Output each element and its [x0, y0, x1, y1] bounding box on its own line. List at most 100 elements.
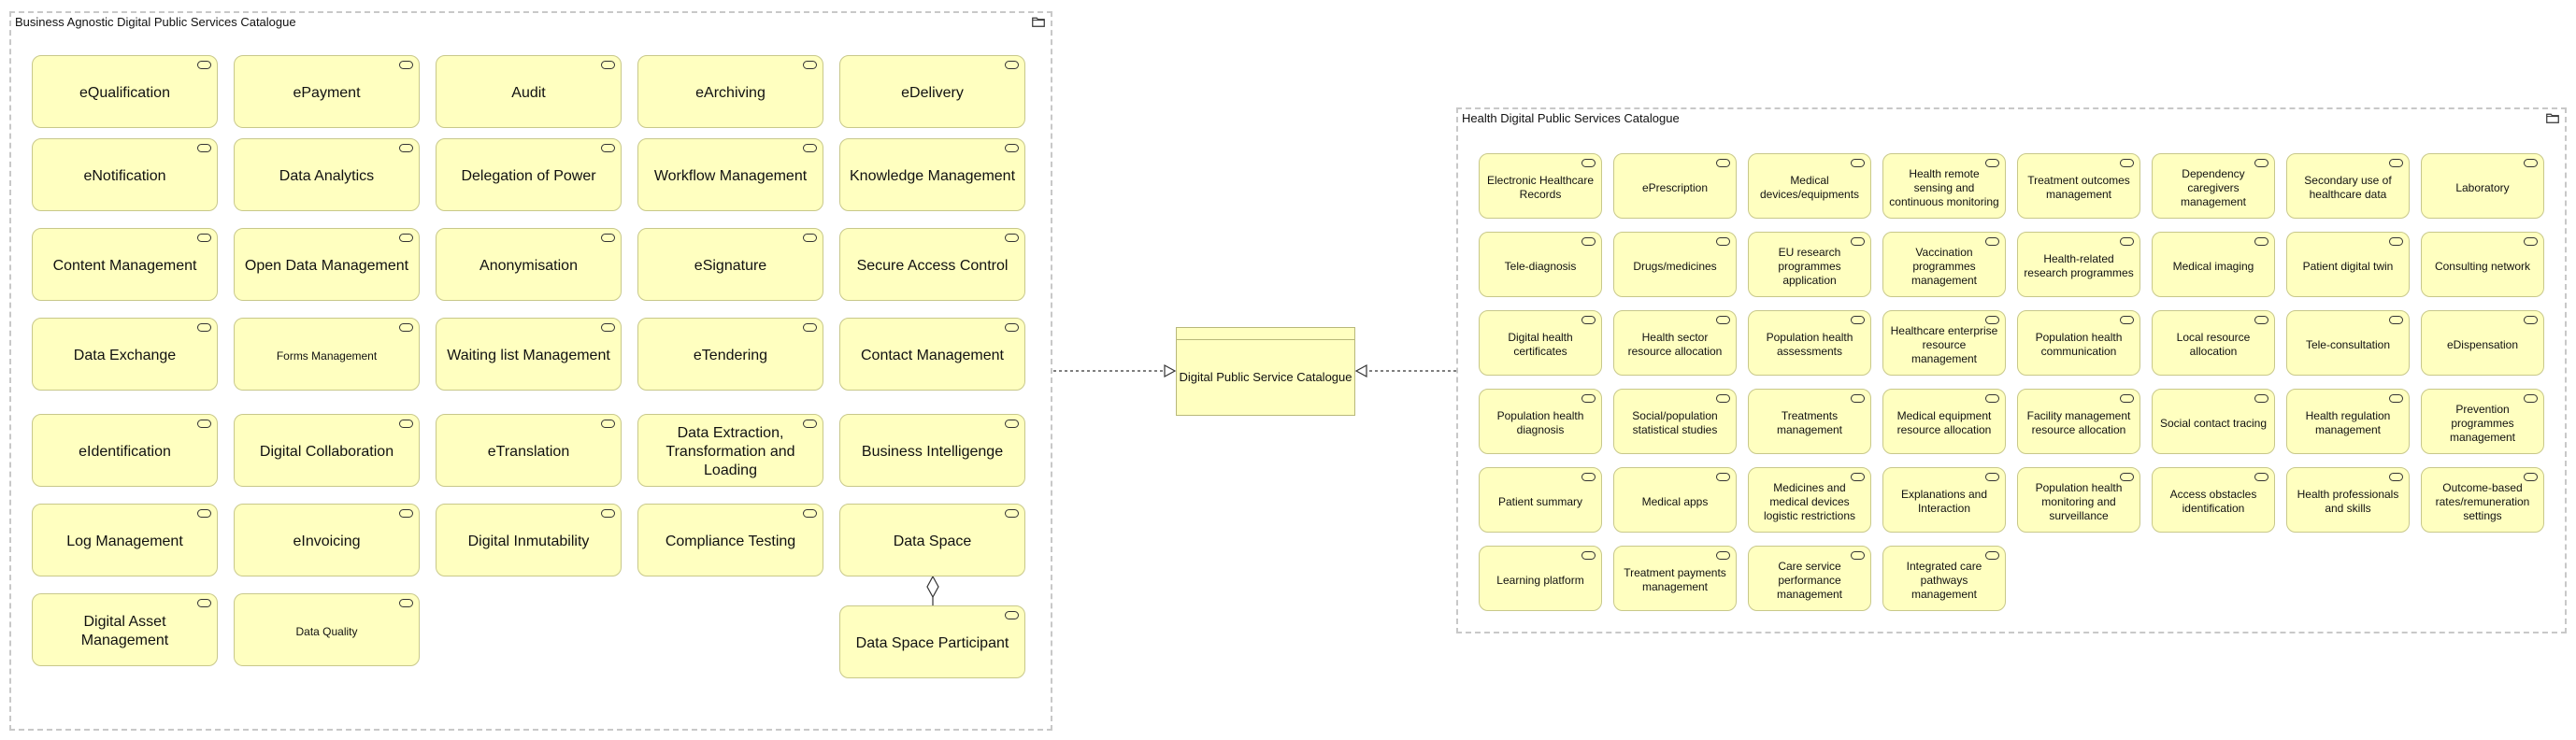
- service-explanations-and-interaction[interactable]: Explanations and Interaction: [1882, 467, 2006, 533]
- service-eidentification[interactable]: eIdentification: [32, 414, 218, 487]
- service-forms-management[interactable]: Forms Management: [234, 318, 420, 391]
- service-medical-equipment-resource-allocation[interactable]: Medical equipment resource allocation: [1882, 389, 2006, 454]
- service-einvoicing[interactable]: eInvoicing: [234, 504, 420, 576]
- service-workflow-management[interactable]: Workflow Management: [637, 138, 823, 211]
- service-earchiving[interactable]: eArchiving: [637, 55, 823, 128]
- service-etranslation[interactable]: eTranslation: [436, 414, 622, 487]
- service-prevention-programmes-management[interactable]: Prevention programmes management: [2421, 389, 2544, 454]
- service-health-related-research-programmes[interactable]: Health-related research programmes: [2017, 232, 2140, 297]
- service-log-management[interactable]: Log Management: [32, 504, 218, 576]
- service-label: eSignature: [694, 258, 767, 274]
- service-knowledge-management[interactable]: Knowledge Management: [839, 138, 1025, 211]
- service-icon: [601, 61, 615, 69]
- service-compliance-testing[interactable]: Compliance Testing: [637, 504, 823, 576]
- service-label: ePrescription: [1641, 180, 1709, 194]
- service-data-extraction-transformation-and-loading[interactable]: Data Extraction, Transformation and Load…: [637, 414, 823, 487]
- central-label: Digital Public Service Catalogue: [1179, 370, 1352, 384]
- service-consulting-network[interactable]: Consulting network: [2421, 232, 2544, 297]
- service-electronic-healthcare-records[interactable]: Electronic Healthcare Records: [1479, 153, 1602, 219]
- service-population-health-assessments[interactable]: Population health assessments: [1748, 310, 1871, 376]
- service-data-quality[interactable]: Data Quality: [234, 593, 420, 666]
- service-integrated-care-pathways-management[interactable]: Integrated care pathways management: [1882, 546, 2006, 611]
- service-etendering[interactable]: eTendering: [637, 318, 823, 391]
- service-data-space-participant[interactable]: Data Space Participant: [839, 605, 1025, 678]
- service-vaccination-programmes-management[interactable]: Vaccination programmes management: [1882, 232, 2006, 297]
- service-medical-devices-equipments[interactable]: Medical devices/equipments: [1748, 153, 1871, 219]
- service-label: Health remote sensing and continuous mon…: [1889, 166, 1999, 208]
- service-social-population-statistical-studies[interactable]: Social/population statistical studies: [1613, 389, 1737, 454]
- service-icon: [2524, 159, 2538, 167]
- service-medical-imaging[interactable]: Medical imaging: [2152, 232, 2275, 297]
- service-business-intelligenge[interactable]: Business Intelligenge: [839, 414, 1025, 487]
- service-healthcare-enterprise-resource-management[interactable]: Healthcare enterprise resource managemen…: [1882, 310, 2006, 376]
- arrowhead-left: [1164, 363, 1177, 378]
- service-label: Forms Management: [276, 349, 378, 363]
- service-dependency-caregivers-management[interactable]: Dependency caregivers management: [2152, 153, 2275, 219]
- service-data-exchange[interactable]: Data Exchange: [32, 318, 218, 391]
- service-icon: [197, 234, 211, 242]
- service-digital-collaboration[interactable]: Digital Collaboration: [234, 414, 420, 487]
- service-epayment[interactable]: ePayment: [234, 55, 420, 128]
- service-data-space[interactable]: Data Space: [839, 504, 1025, 576]
- service-patient-digital-twin[interactable]: Patient digital twin: [2286, 232, 2410, 297]
- service-equalification[interactable]: eQualification: [32, 55, 218, 128]
- service-learning-platform[interactable]: Learning platform: [1479, 546, 1602, 611]
- service-eu-research-programmes-application[interactable]: EU research programmes application: [1748, 232, 1871, 297]
- service-medicines-and-medical-devices-logistic-restrictions[interactable]: Medicines and medical devices logistic r…: [1748, 467, 1871, 533]
- service-icon: [197, 144, 211, 152]
- service-enotification[interactable]: eNotification: [32, 138, 218, 211]
- service-tele-consultation[interactable]: Tele-consultation: [2286, 310, 2410, 376]
- service-laboratory[interactable]: Laboratory: [2421, 153, 2544, 219]
- service-secure-access-control[interactable]: Secure Access Control: [839, 228, 1025, 301]
- service-label: Data Extraction, Transformation and Load…: [665, 425, 795, 478]
- service-audit[interactable]: Audit: [436, 55, 622, 128]
- service-icon: [1005, 420, 1019, 428]
- service-label: Drugs/medicines: [1633, 259, 1717, 273]
- service-access-obstacles-identification[interactable]: Access obstacles identification: [2152, 467, 2275, 533]
- service-population-health-communication[interactable]: Population health communication: [2017, 310, 2140, 376]
- service-label: Workflow Management: [653, 168, 808, 184]
- service-content-management[interactable]: Content Management: [32, 228, 218, 301]
- service-local-resource-allocation[interactable]: Local resource allocation: [2152, 310, 2275, 376]
- service-delegation-of-power[interactable]: Delegation of Power: [436, 138, 622, 211]
- service-population-health-diagnosis[interactable]: Population health diagnosis: [1479, 389, 1602, 454]
- service-icon: [1716, 394, 1730, 403]
- service-health-professionals-and-skills[interactable]: Health professionals and skills: [2286, 467, 2410, 533]
- service-health-remote-sensing-and-continuous-monitoring[interactable]: Health remote sensing and continuous mon…: [1882, 153, 2006, 219]
- service-label: Open Data Management: [244, 258, 409, 274]
- service-treatments-management[interactable]: Treatments management: [1748, 389, 1871, 454]
- service-anonymisation[interactable]: Anonymisation: [436, 228, 622, 301]
- service-drugs-medicines[interactable]: Drugs/medicines: [1613, 232, 1737, 297]
- service-population-health-monitoring-and-surveillance[interactable]: Population health monitoring and surveil…: [2017, 467, 2140, 533]
- service-tele-diagnosis[interactable]: Tele-diagnosis: [1479, 232, 1602, 297]
- service-medical-apps[interactable]: Medical apps: [1613, 467, 1737, 533]
- service-edelivery[interactable]: eDelivery: [839, 55, 1025, 128]
- service-esignature[interactable]: eSignature: [637, 228, 823, 301]
- service-secondary-use-of-healthcare-data[interactable]: Secondary use of healthcare data: [2286, 153, 2410, 219]
- service-data-analytics[interactable]: Data Analytics: [234, 138, 420, 211]
- service-edispensation[interactable]: eDispensation: [2421, 310, 2544, 376]
- service-care-service-performance-management[interactable]: Care service performance management: [1748, 546, 1871, 611]
- service-label: Population health communication: [2035, 331, 2123, 358]
- service-waiting-list-management[interactable]: Waiting list Management: [436, 318, 622, 391]
- service-treatment-payments-management[interactable]: Treatment payments management: [1613, 546, 1737, 611]
- service-outcome-based-rates-remuneration-settings[interactable]: Outcome-based rates/remuneration setting…: [2421, 467, 2544, 533]
- service-health-regulation-management[interactable]: Health regulation management: [2286, 389, 2410, 454]
- service-digital-health-certificates[interactable]: Digital health certificates: [1479, 310, 1602, 376]
- service-social-contact-tracing[interactable]: Social contact tracing: [2152, 389, 2275, 454]
- digital-public-service-catalogue[interactable]: Digital Public Service Catalogue: [1176, 327, 1355, 416]
- service-open-data-management[interactable]: Open Data Management: [234, 228, 420, 301]
- service-digital-inmutability[interactable]: Digital Inmutability: [436, 504, 622, 576]
- service-eprescription[interactable]: ePrescription: [1613, 153, 1737, 219]
- service-label: Integrated care pathways management: [1906, 559, 1982, 601]
- service-treatment-outcomes-management[interactable]: Treatment outcomes management: [2017, 153, 2140, 219]
- service-patient-summary[interactable]: Patient summary: [1479, 467, 1602, 533]
- service-label: Patient summary: [1497, 494, 1583, 508]
- service-digital-asset-management[interactable]: Digital Asset Management: [32, 593, 218, 666]
- service-contact-management[interactable]: Contact Management: [839, 318, 1025, 391]
- service-icon: [803, 509, 817, 518]
- service-health-sector-resource-allocation[interactable]: Health sector resource allocation: [1613, 310, 1737, 376]
- service-label: Electronic Healthcare Records: [1486, 174, 1595, 201]
- service-label: Delegation of Power: [461, 168, 596, 184]
- service-facility-management-resource-allocation[interactable]: Facility management resource allocation: [2017, 389, 2140, 454]
